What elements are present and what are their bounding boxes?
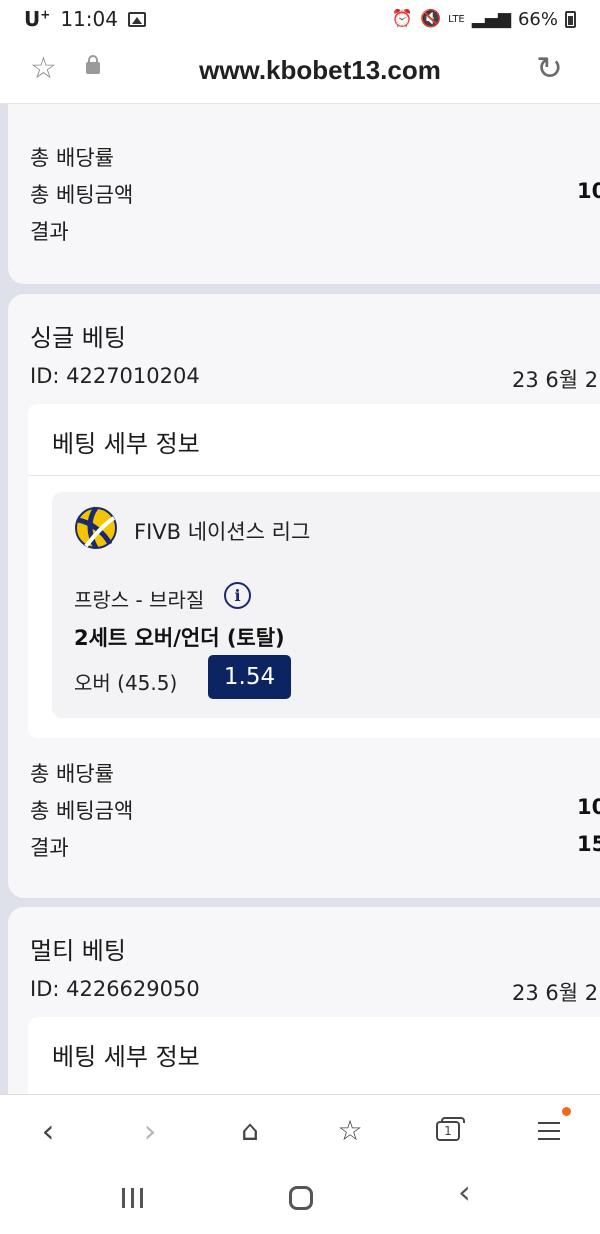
recent-apps-button[interactable] xyxy=(122,1188,144,1208)
reload-icon[interactable]: ↻ xyxy=(536,52,563,84)
match-name: 프랑스 - 브라질 xyxy=(74,588,205,612)
clock: 11:04 xyxy=(60,7,118,31)
back-system-button[interactable]: ‹ xyxy=(458,1176,471,1208)
mute-icon: 🔇 xyxy=(419,8,442,29)
divider xyxy=(28,475,600,476)
tabs-button[interactable]: 1 xyxy=(428,1109,472,1153)
bet-details-title[interactable]: 베팅 세부 정보 xyxy=(52,1037,200,1072)
signal-icon: ▂▄▆ xyxy=(471,8,511,29)
bet-history-list: 총 배당률 총 베팅금액 10 결과 싱글 베팅 ID: 4227010204 … xyxy=(0,104,600,1094)
bet-id: ID: 4227010204 xyxy=(30,364,200,388)
total-stake-value: 10 xyxy=(577,179,600,203)
bet-card: 총 배당률 총 베팅금액 10 결과 xyxy=(8,104,600,284)
result-label: 결과 xyxy=(30,836,69,860)
result-value: 15 xyxy=(577,832,600,856)
odds-badge: 1.54 xyxy=(208,655,291,699)
home-system-button[interactable] xyxy=(289,1186,313,1210)
back-button[interactable]: ‹ xyxy=(26,1109,70,1153)
notification-dot xyxy=(562,1107,571,1116)
bet-date: 23 6월 2 xyxy=(512,368,599,392)
battery-percent: 66% xyxy=(517,8,558,30)
browser-toolbar: ‹ › ⌂ ☆ 1 xyxy=(0,1094,600,1164)
total-stake-label: 총 베팅금액 xyxy=(30,183,134,207)
tabs-icon: 1 xyxy=(436,1117,465,1141)
multi-bet-card: 멀티 베팅 ID: 4226629050 23 6월 2 베팅 세부 정보 xyxy=(8,907,600,1094)
total-odds-label: 총 배당률 xyxy=(30,762,114,786)
bet-type-title: 싱글 베팅 xyxy=(30,324,126,352)
gallery-icon xyxy=(127,11,146,27)
bet-details-panel: 베팅 세부 정보 FIVB 네이션스 리그 프랑스 - 브라질 i 2세트 오버… xyxy=(28,404,600,738)
status-bar: U+ 11:04 ⏰ 🔇 LTE ▂▄▆ 66% xyxy=(0,0,600,38)
result-label: 결과 xyxy=(30,220,69,244)
event-item: FIVB 네이션스 리그 프랑스 - 브라질 i 2세트 오버/언더 (토탈) … xyxy=(52,492,600,718)
bet-type-title: 멀티 베팅 xyxy=(30,937,126,965)
single-bet-card: 싱글 베팅 ID: 4227010204 23 6월 2 베팅 세부 정보 FI… xyxy=(8,294,600,898)
bet-id: ID: 4226629050 xyxy=(30,977,200,1001)
carrier-label: U+ xyxy=(24,7,51,31)
bet-details-panel: 베팅 세부 정보 xyxy=(28,1017,600,1094)
volleyball-icon xyxy=(75,506,117,550)
selection-label: 오버 (45.5) xyxy=(74,671,178,695)
bet-date: 23 6월 2 xyxy=(512,981,599,1005)
url-text[interactable]: www.kbobet13.com xyxy=(0,55,600,86)
bet-details-title[interactable]: 베팅 세부 정보 xyxy=(52,424,200,459)
info-icon[interactable]: i xyxy=(224,582,251,609)
menu-icon xyxy=(538,1122,560,1146)
market-name: 2세트 오버/언더 (토탈) xyxy=(74,626,285,650)
lte-icon: LTE xyxy=(448,13,465,25)
battery-icon xyxy=(565,10,576,28)
forward-button[interactable]: › xyxy=(128,1109,172,1153)
total-stake-value: 10 xyxy=(577,795,600,819)
url-bar: ☆ www.kbobet13.com ↻ xyxy=(0,38,600,104)
bookmarks-button[interactable]: ☆ xyxy=(328,1109,372,1153)
alarm-icon: ⏰ xyxy=(391,8,413,29)
system-navigation: ‹ xyxy=(0,1164,600,1234)
league-name: FIVB 네이션스 리그 xyxy=(134,520,311,544)
home-button[interactable]: ⌂ xyxy=(228,1109,272,1153)
total-stake-label: 총 베팅금액 xyxy=(30,799,134,823)
total-odds-label: 총 배당률 xyxy=(30,146,114,170)
